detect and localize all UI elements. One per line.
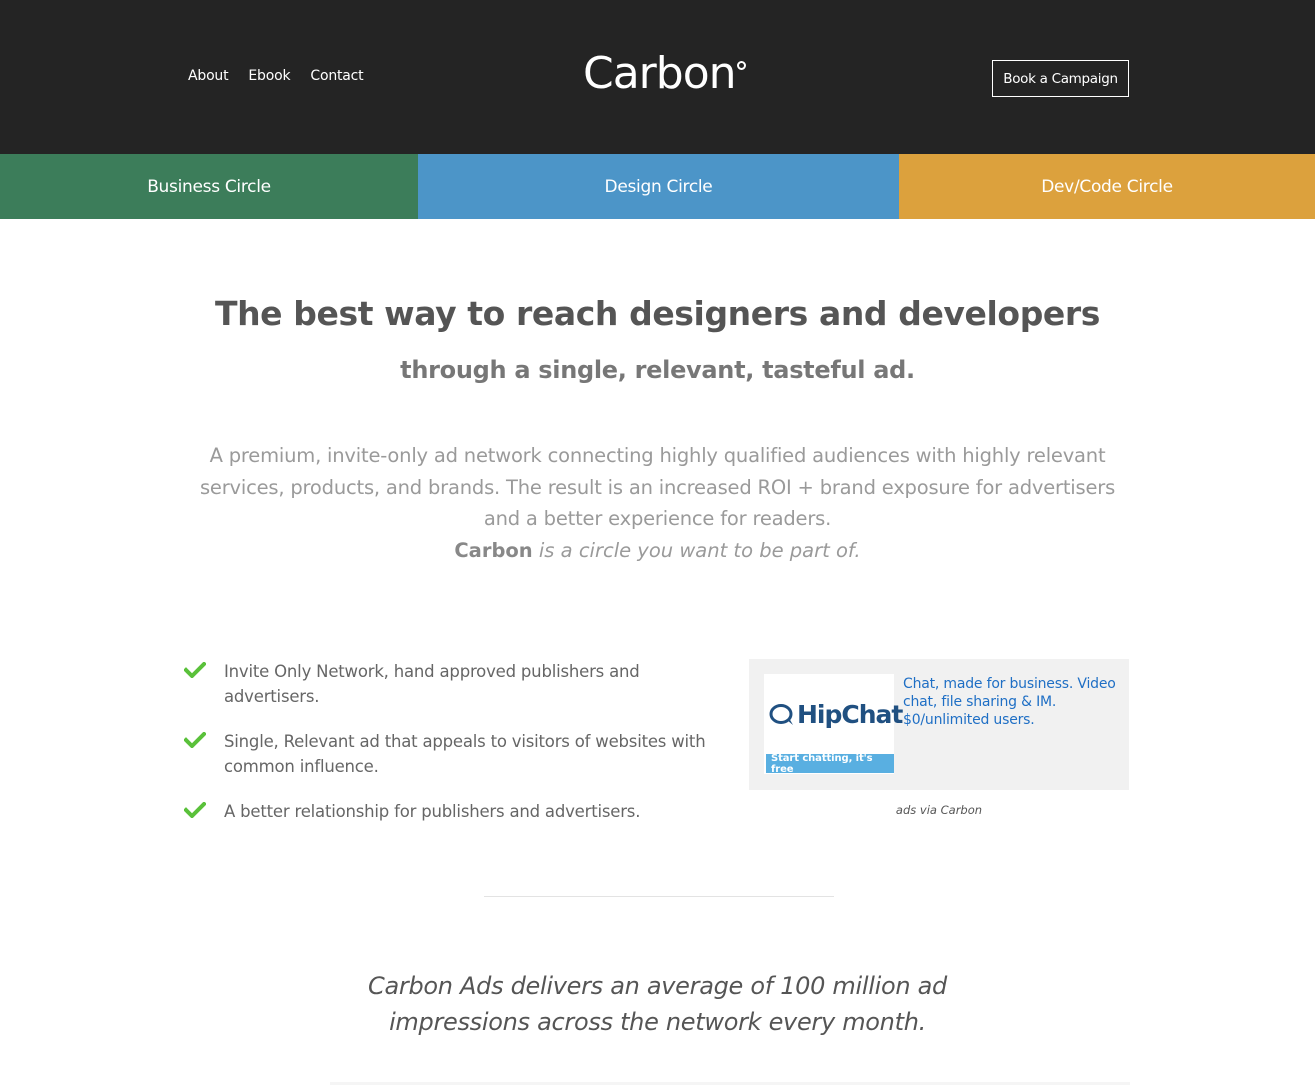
impressions-stat: Carbon Ads delivers an average of 100 mi… xyxy=(368,972,947,1036)
nav-link-contact[interactable]: Contact xyxy=(310,68,363,84)
ads-via-carbon-link[interactable]: ads via Carbon xyxy=(749,803,1129,817)
page-headline: The best way to reach designers and deve… xyxy=(214,294,1101,333)
tab-business-circle[interactable]: Business Circle xyxy=(0,154,418,219)
hipchat-wordmark: HipChat xyxy=(797,700,903,729)
tagline-text: is a circle you want to be part of. xyxy=(538,539,861,562)
site-header: About Ebook Contact Carbon Book a Campai… xyxy=(0,0,1315,154)
feature-text: Single, Relevant ad that appeals to visi… xyxy=(224,732,706,776)
ad-image[interactable]: HipChat Start chatting, it's free xyxy=(764,674,903,775)
tab-design-circle[interactable]: Design Circle xyxy=(418,154,899,219)
feature-item: Single, Relevant ad that appeals to visi… xyxy=(184,730,724,779)
circle-tabs: Business Circle Design Circle Dev/Code C… xyxy=(0,154,1315,219)
logo-wordmark: Carbon xyxy=(583,48,737,99)
main-nav: About Ebook Contact xyxy=(188,68,364,84)
nav-link-ebook[interactable]: Ebook xyxy=(248,68,290,84)
logo-ring-icon xyxy=(736,61,746,70)
carbon-ad[interactable]: HipChat Start chatting, it's free Chat, … xyxy=(749,659,1129,790)
ad-text-link[interactable]: Chat, made for business. Video chat, fil… xyxy=(903,675,1123,729)
feature-item: A better relationship for publishers and… xyxy=(184,800,724,825)
hipchat-logo: HipChat xyxy=(768,700,903,729)
carbon-logo[interactable]: Carbon xyxy=(583,50,746,98)
nav-link-about[interactable]: About xyxy=(188,68,229,84)
check-icon xyxy=(184,802,206,818)
ad-cta-label: Start chatting, it's free xyxy=(766,753,894,775)
intro-paragraph: A premium, invite-only ad network connec… xyxy=(199,444,1116,530)
tagline: Carbon is a circle you want to be part o… xyxy=(0,535,1315,567)
section-divider xyxy=(484,896,834,897)
page-subheadline: through a single, relevant, tasteful ad. xyxy=(400,356,915,384)
tab-dev-code-circle[interactable]: Dev/Code Circle xyxy=(899,154,1315,219)
feature-list: Invite Only Network, hand approved publi… xyxy=(184,660,724,846)
check-icon xyxy=(184,732,206,748)
tagline-brand: Carbon xyxy=(454,539,533,562)
book-campaign-button[interactable]: Book a Campaign xyxy=(992,60,1129,97)
bottom-divider xyxy=(330,1082,1130,1085)
feature-item: Invite Only Network, hand approved publi… xyxy=(184,660,724,709)
check-icon xyxy=(184,662,206,678)
feature-text: A better relationship for publishers and… xyxy=(224,802,641,821)
feature-text: Invite Only Network, hand approved publi… xyxy=(224,662,640,706)
chat-bubble-icon xyxy=(769,703,793,725)
